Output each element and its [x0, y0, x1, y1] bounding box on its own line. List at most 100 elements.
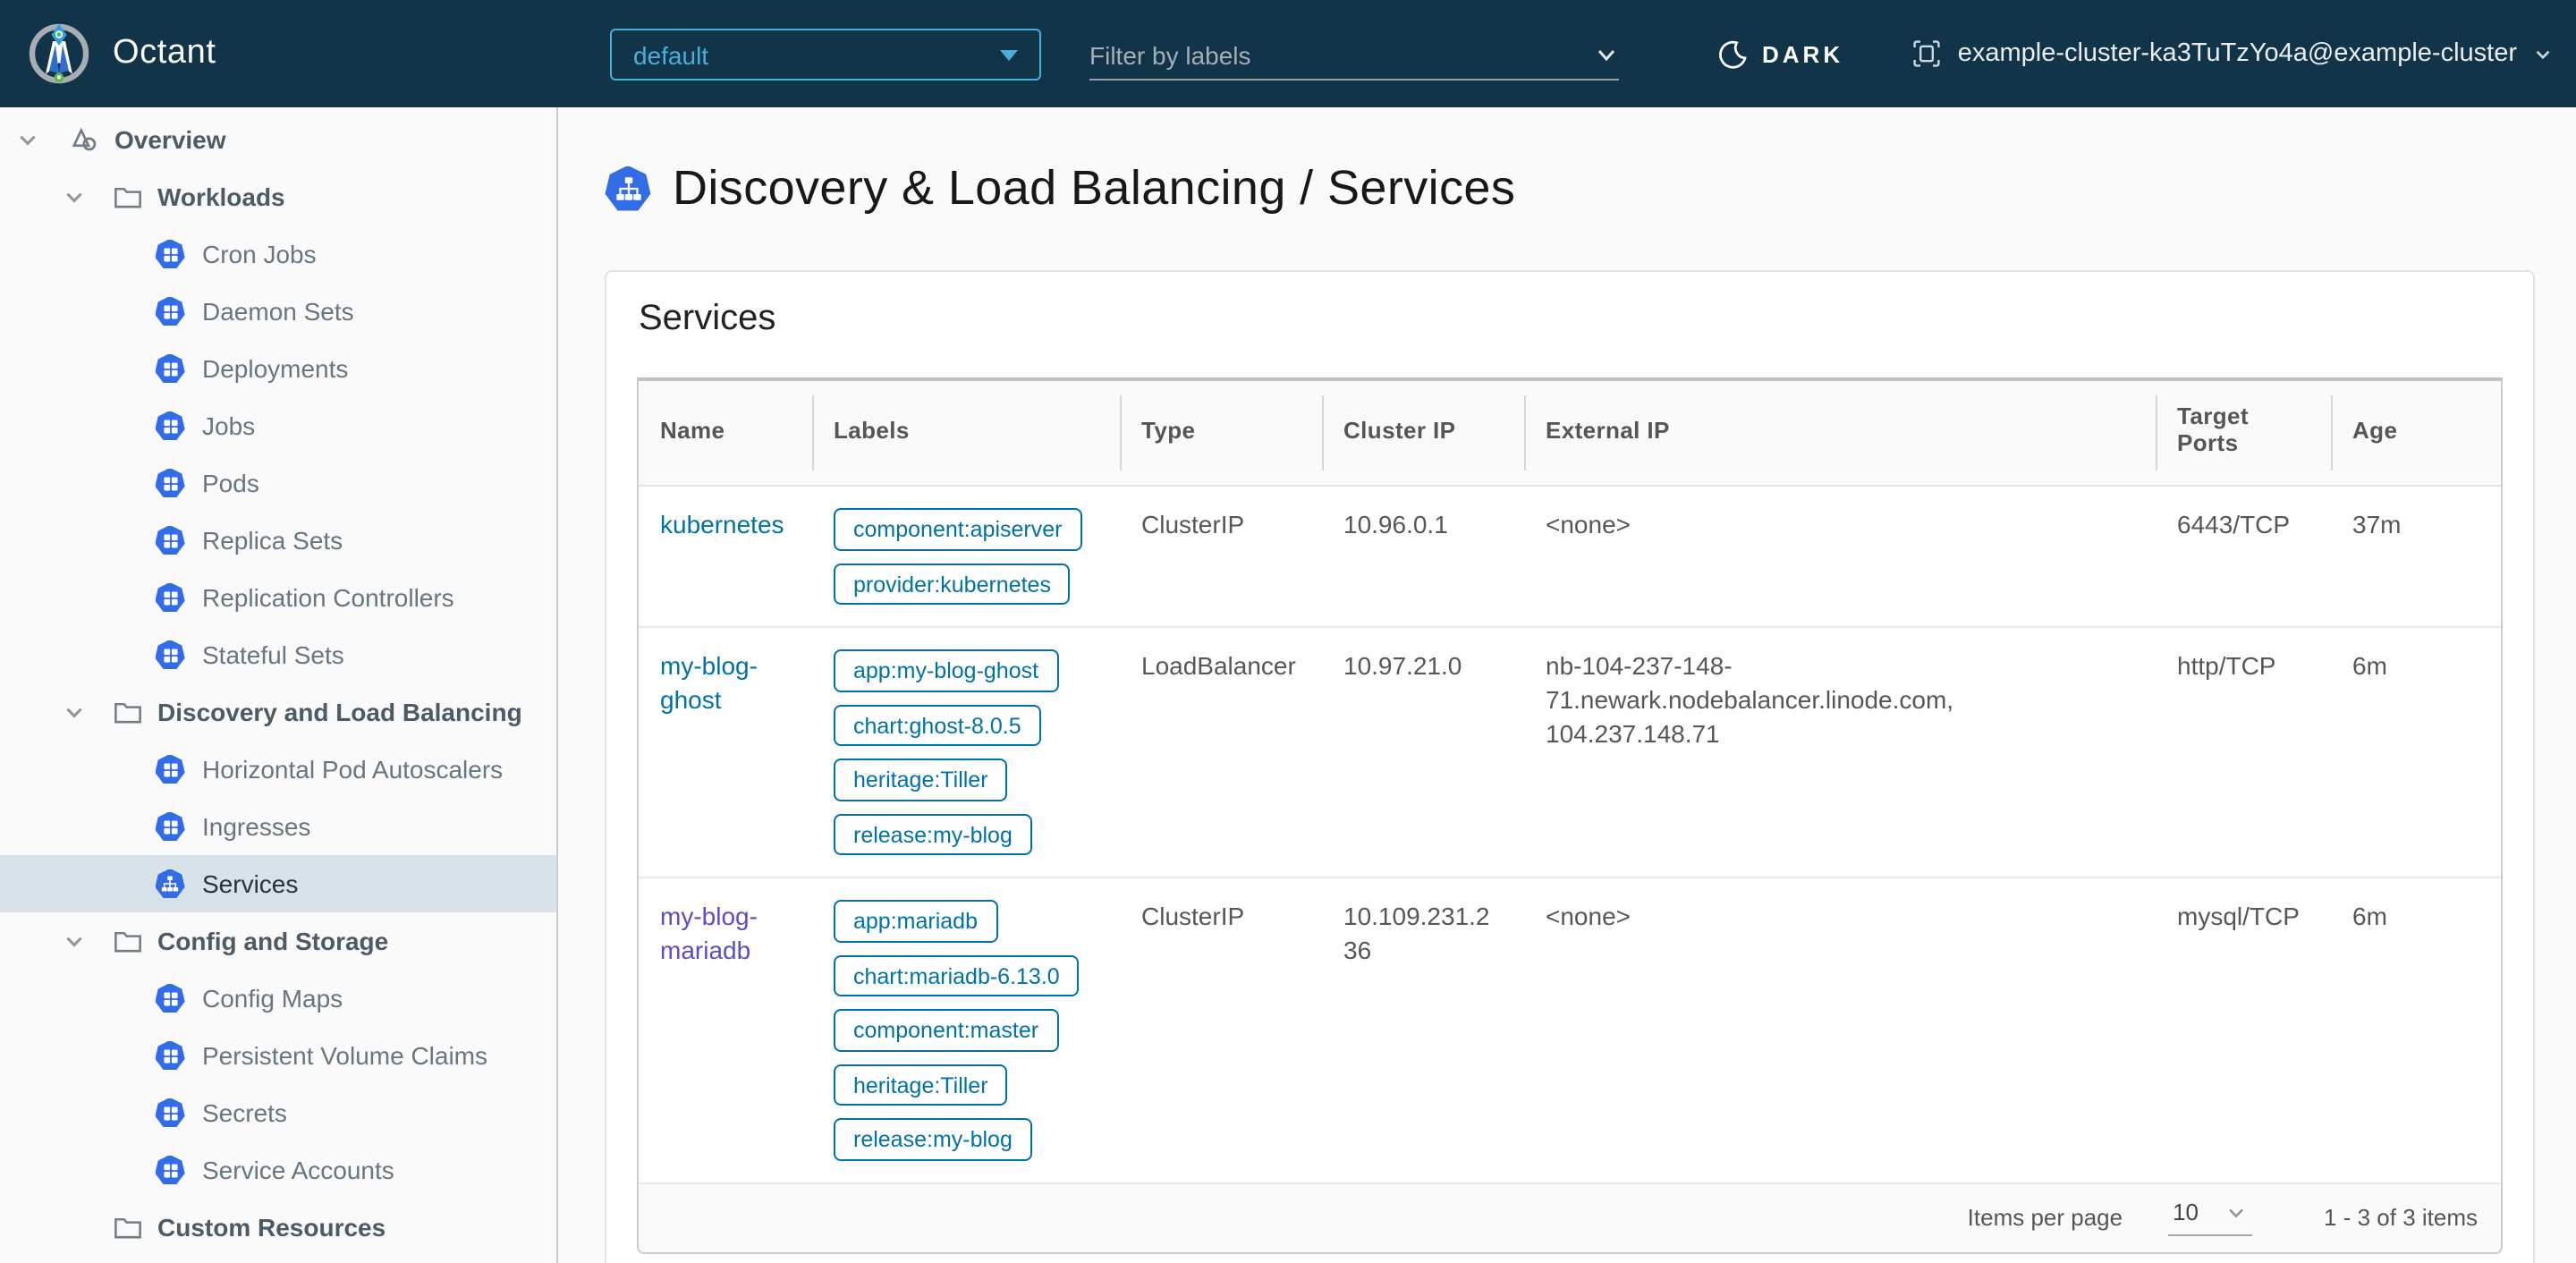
sidebar-item-label: Stateful Sets	[202, 640, 344, 669]
sidebar-item-label: Config and Storage	[157, 927, 389, 955]
sidebar-item-label: Persistent Volume Claims	[202, 1041, 488, 1070]
sidebar-item-label: Replication Controllers	[202, 583, 454, 612]
column-header-age: Age	[2331, 381, 2501, 487]
sidebar-item-label: Horizontal Pod Autoscalers	[202, 755, 504, 784]
sidebar-item-jobs[interactable]: Jobs	[0, 397, 556, 454]
label-pill[interactable]: release:my-blog	[834, 813, 1032, 855]
replication-controllers-icon	[154, 582, 186, 613]
column-header-external-ip: External IP	[1524, 381, 2156, 487]
items-per-page-label: Items per page	[1967, 1204, 2123, 1231]
sidebar-item-label: Services	[202, 869, 299, 898]
sidebar-item-label: Custom Resources	[157, 1213, 386, 1242]
label-pill[interactable]: chart:mariadb-6.13.0	[834, 954, 1080, 996]
sidebar-item-ingresses[interactable]: Ingresses	[0, 798, 556, 855]
config-maps-icon	[154, 983, 186, 1013]
sidebar-item-label: Workloads	[157, 182, 285, 211]
sidebar-item-cron-jobs[interactable]: Cron Jobs	[0, 225, 556, 283]
sidebar-item-label: Discovery and Load Balancing	[157, 698, 522, 726]
chevron-down-icon[interactable]	[14, 128, 39, 151]
items-per-page-select[interactable]: 10	[2167, 1199, 2253, 1236]
sidebar-item-config-maps[interactable]: Config Maps	[0, 970, 556, 1027]
sidebar-item-secrets[interactable]: Secrets	[0, 1084, 556, 1141]
service-type: ClusterIP	[1120, 487, 1322, 628]
cluster-ip: 10.96.0.1	[1322, 487, 1524, 628]
sidebar-item-workloads[interactable]: Workloads	[0, 168, 556, 225]
target-ports: 6443/TCP	[2156, 487, 2331, 628]
items-per-page-value: 10	[2173, 1199, 2199, 1225]
label-pill[interactable]: heritage:Tiller	[834, 759, 1008, 801]
sidebar-item-custom-resources[interactable]: Custom Resources	[0, 1199, 556, 1256]
page-title: Discovery & Load Balancing / Services	[673, 161, 1516, 215]
sidebar-item-replica-sets[interactable]: Replica Sets	[0, 512, 556, 569]
theme-toggle-label: DARK	[1762, 40, 1844, 67]
sidebar-item-label: Cron Jobs	[202, 240, 317, 268]
sidebar-item-service-accounts[interactable]: Service Accounts	[0, 1141, 556, 1199]
label-filter	[1089, 30, 1619, 81]
octant-app-window: Octant default DARK	[0, 0, 2576, 1263]
pods-icon	[154, 468, 186, 498]
namespace-selector[interactable]: default	[610, 29, 1041, 81]
label-pill[interactable]: heritage:Tiller	[834, 1064, 1008, 1106]
caret-down-icon	[1000, 49, 1018, 60]
sidebar-item-deployments[interactable]: Deployments	[0, 340, 556, 397]
sidebar-item-overview[interactable]: Overview	[0, 111, 556, 168]
ingresses-icon	[154, 811, 186, 842]
stateful-sets-icon	[154, 640, 186, 670]
card-title: Services	[639, 299, 776, 338]
service-name-link[interactable]: kubernetes	[660, 510, 784, 538]
sidebar-item-stateful-sets[interactable]: Stateful Sets	[0, 626, 556, 683]
label-pill[interactable]: provider:kubernetes	[834, 563, 1071, 605]
service-type: LoadBalancer	[1120, 628, 1322, 878]
sidebar-item-label: Daemon Sets	[202, 297, 354, 326]
chevron-down-icon[interactable]	[61, 700, 86, 724]
column-header-target-ports: Target Ports	[2156, 381, 2331, 487]
label-filter-input[interactable]	[1089, 40, 1594, 69]
persistent-volume-claims-icon	[154, 1040, 186, 1071]
sidebar-item-services[interactable]: Services	[0, 855, 556, 912]
label-pill[interactable]: component:apiserver	[834, 508, 1082, 550]
sidebar-item-label: Overview	[114, 125, 226, 154]
sidebar-item-label: Secrets	[202, 1098, 287, 1127]
target-ports: http/TCP	[2156, 628, 2331, 878]
table-row: my-blog-ghost app:my-blog-ghost chart:ghos…	[639, 628, 2501, 878]
service-name-link[interactable]: my-blog-mariadb	[660, 902, 758, 964]
chevron-down-icon[interactable]	[1594, 42, 1619, 67]
pagination-range: 1 - 3 of 3 items	[2324, 1204, 2478, 1231]
label-pill[interactable]: app:my-blog-ghost	[834, 649, 1059, 691]
chevron-down-icon[interactable]	[61, 929, 86, 953]
folder-icon	[111, 697, 143, 727]
cluster-ip: 10.97.21.0	[1322, 628, 1524, 878]
moon-icon	[1717, 38, 1748, 69]
service-name-link[interactable]: my-blog-ghost	[660, 651, 758, 714]
sidebar-item-discovery-and-load-balancing[interactable]: Discovery and Load Balancing	[0, 683, 556, 741]
age: 6m	[2331, 878, 2501, 1183]
services-icon	[154, 869, 186, 899]
label-pill[interactable]: app:mariadb	[834, 900, 997, 942]
replica-sets-icon	[154, 525, 186, 555]
sidebar-item-label: Jobs	[202, 411, 256, 440]
sidebar-item-persistent-volume-claims[interactable]: Persistent Volume Claims	[0, 1027, 556, 1084]
sidebar-item-daemon-sets[interactable]: Daemon Sets	[0, 283, 556, 340]
column-header-name: Name	[639, 381, 812, 487]
sidebar-item-pods[interactable]: Pods	[0, 454, 556, 512]
sidebar-item-config-and-storage[interactable]: Config and Storage	[0, 912, 556, 970]
label-pill[interactable]: chart:ghost-8.0.5	[834, 704, 1041, 746]
label-pill[interactable]: component:master	[834, 1009, 1059, 1051]
column-header-labels: Labels	[812, 381, 1120, 487]
applications-icon	[68, 123, 100, 156]
theme-toggle-button[interactable]: DARK	[1717, 0, 1843, 107]
services-card: Services Name Labels Type Cluster IP Externa…	[605, 270, 2535, 1263]
sidebar-item-horizontal-pod-autoscalers[interactable]: Horizontal Pod Autoscalers	[0, 741, 556, 798]
jobs-icon	[154, 411, 186, 441]
table-row: my-blog-mariadb app:mariadb chart:mariadb-…	[639, 878, 2501, 1183]
app-header: Octant default DARK	[0, 0, 2576, 107]
column-header-type: Type	[1120, 381, 1322, 487]
label-pill[interactable]: release:my-blog	[834, 1118, 1032, 1160]
cluster-icon	[1913, 39, 1942, 68]
cluster-ip: 10.109.231.236	[1322, 878, 1524, 1183]
chevron-down-icon[interactable]	[61, 185, 86, 208]
table-body: kubernetes component:apiserver provider:ku…	[639, 487, 2501, 1183]
cluster-selector[interactable]: example-cluster-ka3TuTzYo4a@example-clus…	[1913, 0, 2553, 107]
cluster-selected-value: example-cluster-ka3TuTzYo4a@example-clus…	[1957, 39, 2517, 68]
sidebar-item-replication-controllers[interactable]: Replication Controllers	[0, 569, 556, 626]
